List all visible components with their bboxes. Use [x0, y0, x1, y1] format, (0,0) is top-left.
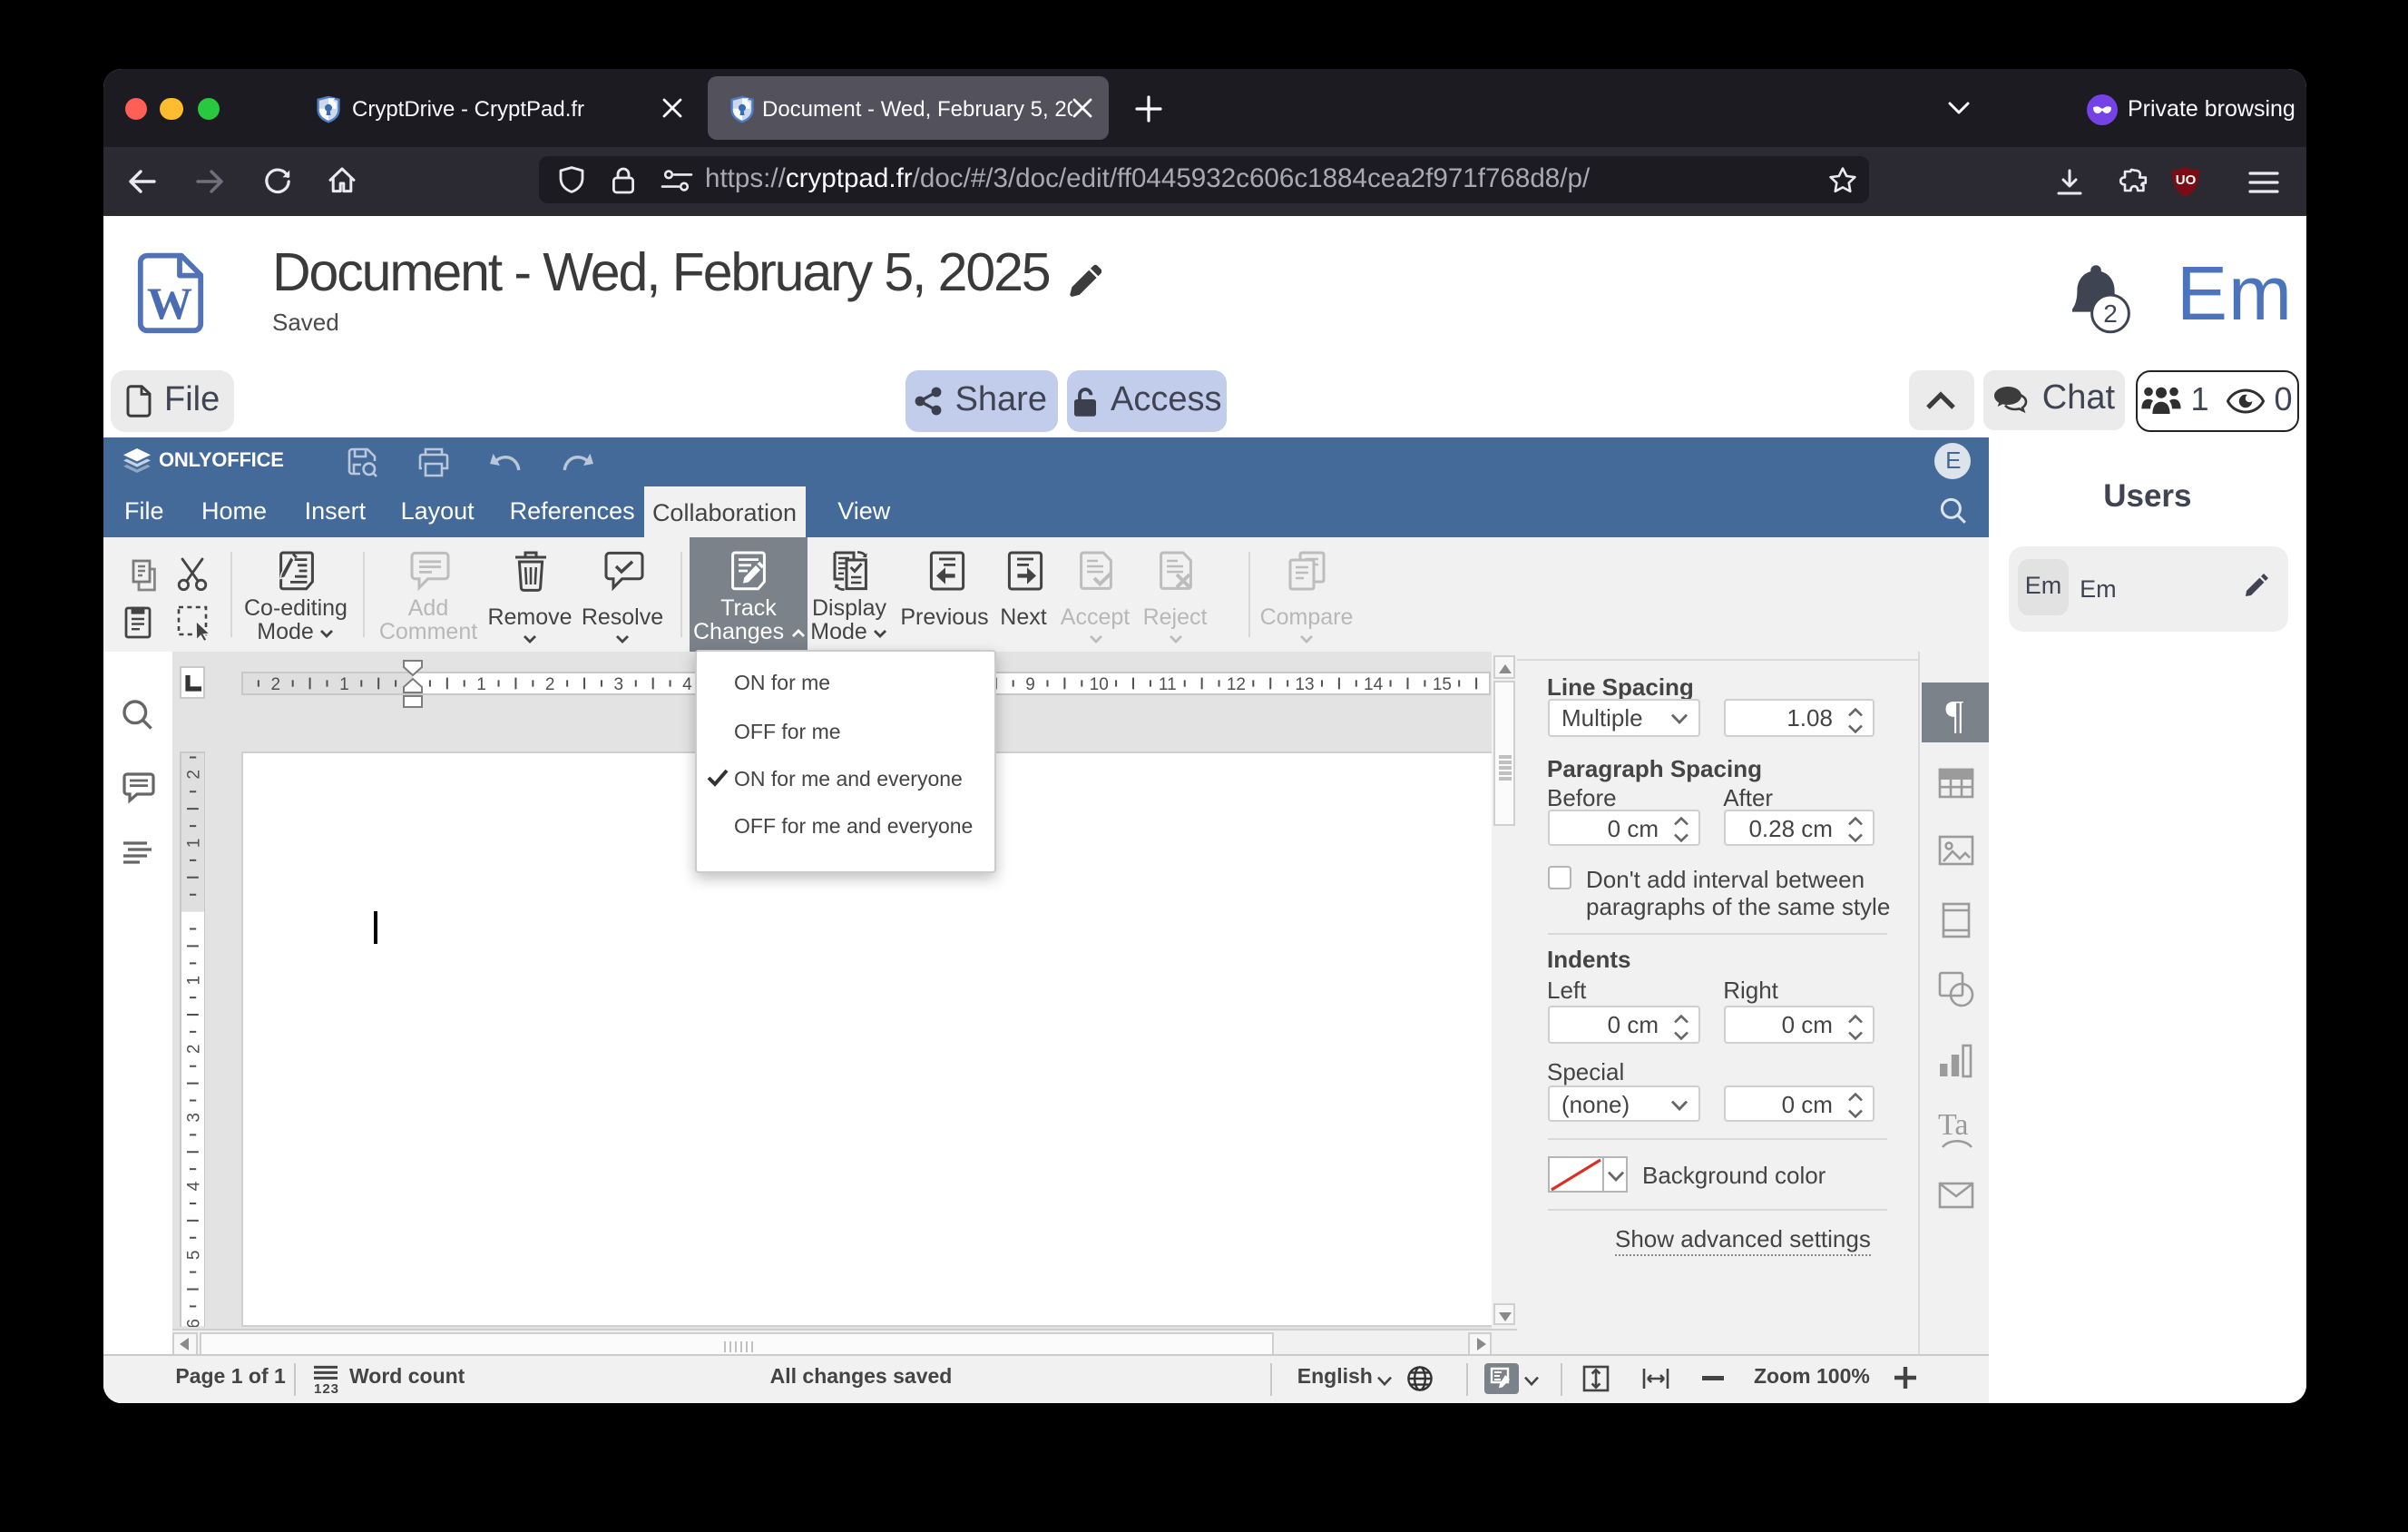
- svg-text:9: 9: [1026, 674, 1036, 693]
- svg-text:2: 2: [2103, 299, 2118, 327]
- svg-text:13: 13: [1296, 674, 1315, 693]
- svg-text:UO: UO: [2176, 172, 2197, 187]
- svg-text:2: 2: [271, 674, 281, 693]
- svg-text:3: 3: [183, 1112, 202, 1122]
- svg-text:14: 14: [1365, 674, 1385, 693]
- svg-text:1: 1: [183, 975, 202, 985]
- svg-text:W: W: [147, 277, 192, 328]
- svg-text:2: 2: [183, 1044, 202, 1054]
- svg-text:10: 10: [1090, 674, 1109, 693]
- svg-text:1: 1: [340, 674, 350, 693]
- svg-text:123: 123: [315, 1381, 340, 1394]
- svg-text:11: 11: [1160, 674, 1178, 693]
- svg-text:2: 2: [183, 769, 202, 779]
- svg-text:1: 1: [183, 838, 202, 848]
- svg-text:4: 4: [683, 674, 693, 693]
- svg-text:5: 5: [183, 1250, 202, 1260]
- svg-text:6: 6: [183, 1318, 202, 1327]
- svg-text:12: 12: [1227, 674, 1246, 693]
- svg-text:2: 2: [546, 674, 556, 693]
- svg-text:3: 3: [614, 674, 624, 693]
- svg-text:Ta: Ta: [1937, 1109, 1968, 1142]
- svg-text:4: 4: [183, 1181, 202, 1191]
- svg-text:1: 1: [477, 674, 487, 693]
- svg-text:15: 15: [1433, 674, 1452, 693]
